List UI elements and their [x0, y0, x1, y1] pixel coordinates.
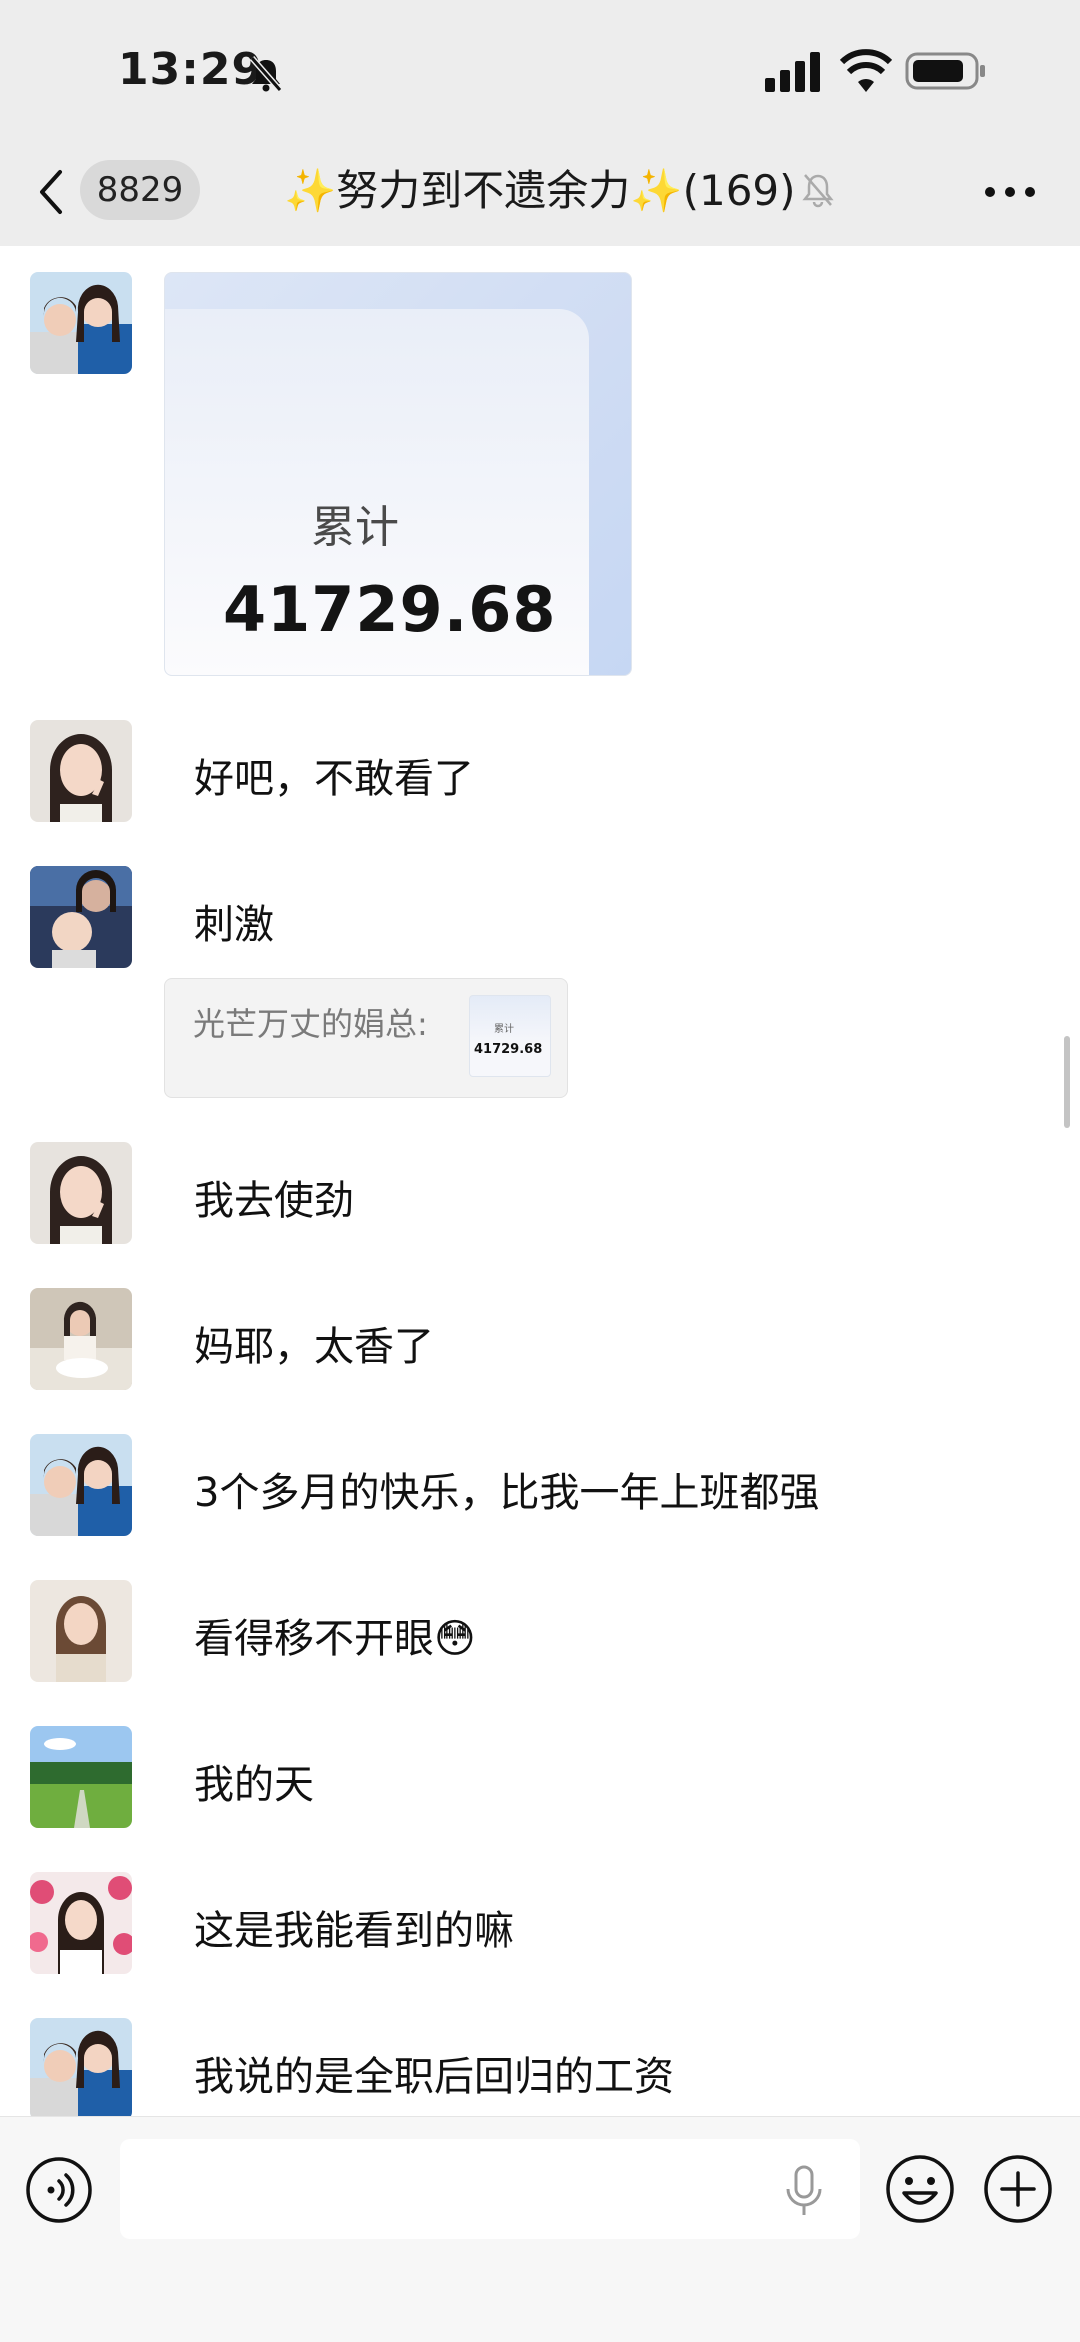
emoji-icon[interactable]	[884, 2153, 956, 2225]
signal-icon	[765, 52, 820, 92]
avatar[interactable]	[30, 720, 132, 822]
avatar-photo	[30, 1142, 132, 1244]
avatar[interactable]	[30, 1726, 132, 1828]
message-text: 我的天	[194, 1762, 314, 1808]
quoted-message[interactable]: 光芒万丈的娟总: 累计 41729.68	[164, 978, 568, 1098]
avatar[interactable]	[30, 1142, 132, 1244]
avatar-photo	[30, 1726, 132, 1828]
image-label: 累计	[311, 502, 399, 553]
chat-header: 8829 ✨努力到不遗余力✨(169)	[0, 140, 1080, 246]
message-input[interactable]	[120, 2139, 860, 2239]
more-horizontal-icon[interactable]	[980, 168, 1040, 216]
quote-text: 光芒万丈的娟总:	[193, 1005, 428, 1043]
avatar[interactable]	[30, 2018, 132, 2116]
avatar-photo	[30, 1288, 132, 1390]
avatar[interactable]	[30, 1580, 132, 1682]
message-text: 这是我能看到的嘛	[194, 1908, 514, 1954]
message-text: 好吧，不敢看了	[194, 756, 474, 802]
image-value: 41729.68	[223, 573, 557, 646]
message-text: 我去使劲	[194, 1178, 354, 1224]
avatar[interactable]	[30, 272, 132, 374]
avatar-photo	[30, 1580, 132, 1682]
message-text: 妈耶，太香了	[194, 1324, 434, 1370]
avatar-photo	[30, 272, 132, 374]
avatar-photo	[30, 2018, 132, 2116]
input-bar	[0, 2116, 1080, 2342]
message-list[interactable]: 累计 41729.68 好吧，不敢看了 刺激 光芒万丈的娟总: 累计 41729…	[0, 246, 1080, 2116]
avatar-photo	[30, 1434, 132, 1536]
thumb-label: 累计	[494, 1024, 514, 1035]
avatar[interactable]	[30, 1872, 132, 1974]
chat-title: ✨努力到不遗余力✨(169)	[284, 166, 796, 215]
microphone-icon[interactable]	[782, 2165, 826, 2217]
message-text: 3个多月的快乐，比我一年上班都强	[194, 1470, 820, 1516]
battery-icon	[905, 52, 985, 90]
avatar-photo	[30, 720, 132, 822]
unread-count-badge[interactable]: 8829	[80, 160, 200, 220]
plus-icon[interactable]	[982, 2153, 1054, 2225]
status-time: 13:29	[118, 44, 264, 95]
bell-off-icon	[249, 56, 283, 92]
avatar-photo	[30, 1872, 132, 1974]
thumb-value: 41729.68	[474, 1042, 543, 1057]
message-text: 刺激	[194, 902, 274, 948]
avatar[interactable]	[30, 1288, 132, 1390]
message-image[interactable]: 累计 41729.68	[164, 272, 632, 676]
avatar[interactable]	[30, 1434, 132, 1536]
wifi-icon	[840, 49, 892, 92]
mute-bell-off-icon	[802, 174, 834, 208]
message-text: 看得移不开眼😳	[194, 1616, 476, 1662]
status-bar: 13:29	[0, 0, 1080, 140]
scrollbar[interactable]	[1064, 1036, 1070, 1128]
voice-icon[interactable]	[24, 2155, 94, 2225]
avatar[interactable]	[30, 866, 132, 968]
avatar-photo	[30, 866, 132, 968]
chevron-left-icon[interactable]	[30, 162, 70, 222]
quote-thumbnail: 累计 41729.68	[469, 995, 551, 1077]
message-text: 我说的是全职后回归的工资	[194, 2054, 674, 2100]
